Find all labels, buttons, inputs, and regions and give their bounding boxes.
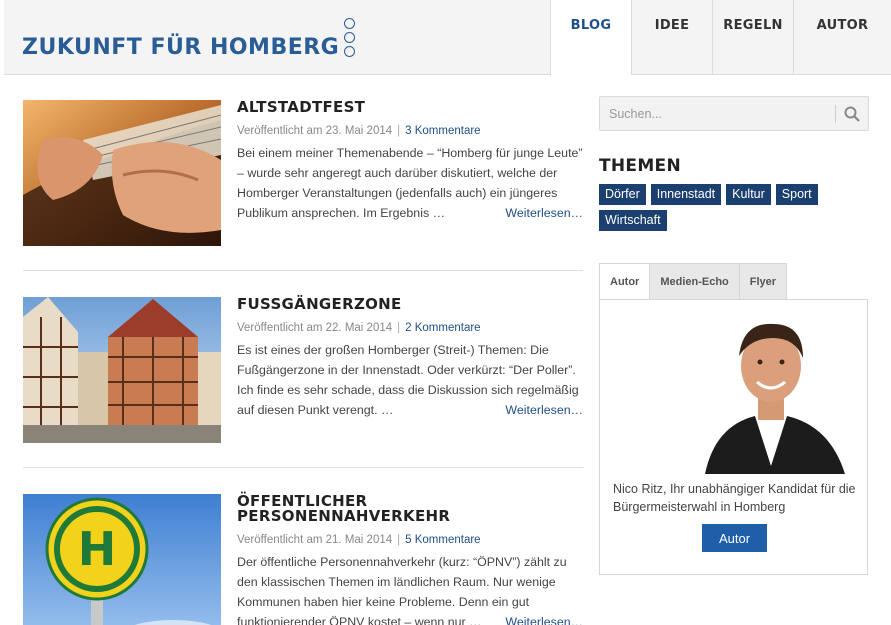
tag-sport[interactable]: Sport <box>775 184 818 205</box>
search-input[interactable] <box>600 97 830 130</box>
post-excerpt: Der öffentliche Personennahverkehr (kurz… <box>237 552 583 625</box>
post-divider <box>23 467 583 468</box>
search-separator <box>835 105 836 123</box>
nav-autor[interactable]: AUTOR <box>793 0 891 75</box>
post-thumbnail-houses[interactable] <box>23 297 221 443</box>
nav-blog[interactable]: BLOG <box>550 0 631 76</box>
site-logo[interactable]: ZUKUNFT FÜR HOMBERG <box>22 10 356 65</box>
autor-button[interactable]: Autor <box>702 524 767 552</box>
tab-panel-autor: Nico Ritz, Ihr unabhängiger Kandidat für… <box>599 299 868 575</box>
author-caption: Nico Ritz, Ihr unabhängiger Kandidat für… <box>613 482 856 514</box>
tag-wirtschaft[interactable]: Wirtschaft <box>599 210 667 231</box>
post-title[interactable]: ÖFFENTLICHER PERSONENNAHVERKEHR <box>237 494 583 524</box>
post-excerpt: Es ist eines der großen Homberger (Strei… <box>237 340 583 420</box>
logo-text: ZUKUNFT FÜR HOMBERG <box>22 35 340 60</box>
post-thumbnail-bus-stop[interactable]: H <box>23 494 221 625</box>
post-title[interactable]: ALTSTADTFEST <box>237 100 583 115</box>
search-icon[interactable] <box>844 106 860 122</box>
tag-kultur[interactable]: Kultur <box>726 184 771 205</box>
comments-link[interactable]: 5 Kommentare <box>405 534 480 546</box>
logo-circles-icon <box>344 18 356 60</box>
tag-innenstadt[interactable]: Innenstadt <box>650 184 722 205</box>
post-excerpt: Bei einem meiner Themenabende – “Homberg… <box>237 143 583 223</box>
post-date: Veröffentlicht am 21. Mai 2014 <box>237 534 393 546</box>
author-portrait <box>695 316 847 474</box>
post-date: Veröffentlicht am 23. Mai 2014 <box>237 125 393 137</box>
tag-list: Dörfer Innenstadt Kultur Sport Wirtschaf… <box>599 184 869 236</box>
search-box <box>599 96 869 131</box>
read-more-link[interactable]: Weiterlesen… <box>505 400 583 420</box>
post-date: Veröffentlicht am 22. Mai 2014 <box>237 322 393 334</box>
tab-medien-echo[interactable]: Medien-Echo <box>650 263 740 300</box>
read-more-link[interactable]: Weiterlesen… <box>505 612 583 625</box>
tab-autor[interactable]: Autor <box>599 263 651 300</box>
site-header: ZUKUNFT FÜR HOMBERG BLOG IDEE REGELN AUT… <box>4 0 891 76</box>
post-meta: Veröffentlicht am 23. Mai 2014 | 3 Komment… <box>237 125 481 137</box>
comments-link[interactable]: 3 Kommentare <box>405 125 480 137</box>
read-more-link[interactable]: Weiterlesen… <box>505 203 583 223</box>
post-divider <box>23 270 583 271</box>
nav-idee[interactable]: IDEE <box>631 0 712 75</box>
post-meta: Veröffentlicht am 22. Mai 2014 | 2 Komment… <box>237 322 481 334</box>
main-nav: BLOG IDEE REGELN AUTOR <box>550 0 891 76</box>
comments-link[interactable]: 2 Kommentare <box>405 322 480 334</box>
svg-text:H: H <box>78 522 117 576</box>
tab-flyer[interactable]: Flyer <box>739 263 788 300</box>
themen-heading: THEMEN <box>599 156 681 176</box>
post-meta: Veröffentlicht am 21. Mai 2014 | 5 Komment… <box>237 534 481 546</box>
sidebar-tabs-widget: Autor Medien-Echo Flyer Nico Ritz, Ihr u… <box>599 263 868 575</box>
post-thumbnail-guitar[interactable] <box>23 100 221 246</box>
nav-regeln[interactable]: REGELN <box>712 0 793 75</box>
post-title[interactable]: FUSSGÄNGERZONE <box>237 297 583 312</box>
tab-bar: Autor Medien-Echo Flyer <box>599 263 868 300</box>
tag-doerfer[interactable]: Dörfer <box>599 184 646 205</box>
